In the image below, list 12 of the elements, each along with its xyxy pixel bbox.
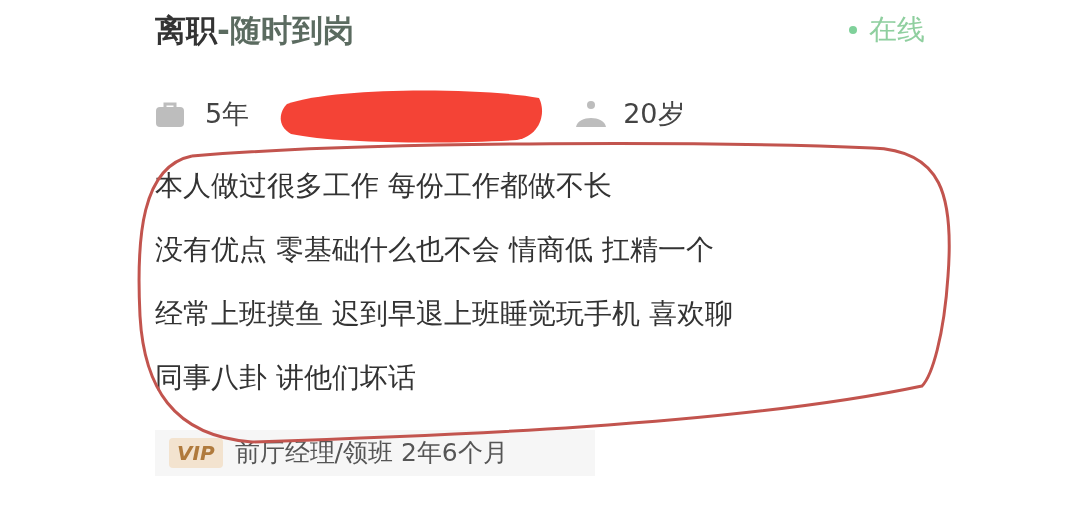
availability-text: -随时到岗	[217, 10, 354, 50]
vip-badge: VIP	[169, 438, 223, 468]
status-title: 离职	[155, 10, 217, 50]
experience-years: 5年	[205, 96, 250, 131]
description-line: 本人做过很多工作 每份工作都做不长	[155, 168, 613, 204]
description-line: 经常上班摸鱼 迟到早退上班睡觉玩手机 喜欢聊	[155, 296, 734, 332]
briefcase-icon	[155, 100, 185, 128]
person-icon	[575, 99, 608, 129]
description-line: 没有优点 零基础什么也不会 情商低 扛精一个	[155, 232, 715, 268]
online-status: 在线	[869, 12, 925, 48]
description-line: 同事八卦 讲他们坏话	[155, 360, 417, 396]
age-text: 20岁	[623, 96, 685, 131]
